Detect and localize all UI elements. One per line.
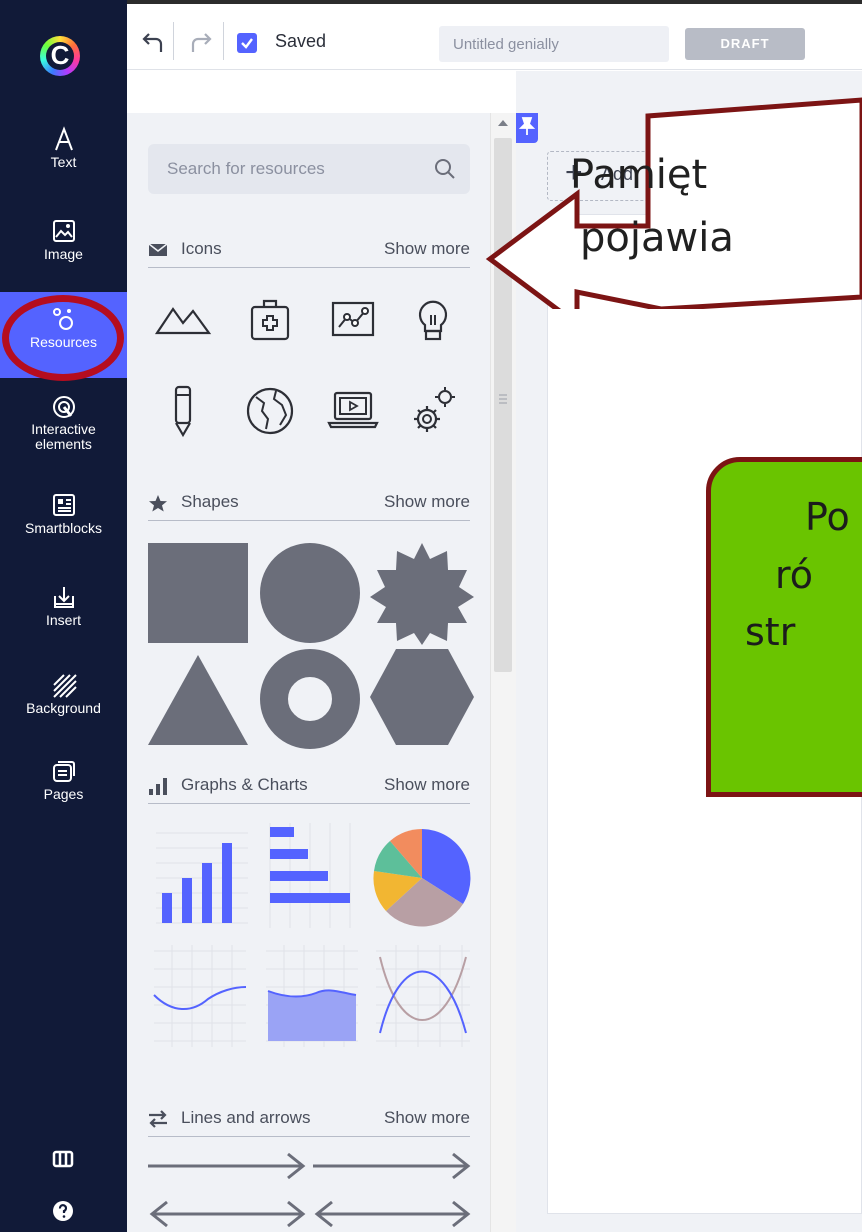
sidebar-item-image[interactable]: Image <box>0 218 127 262</box>
left-sidebar: C Text Image Resources Interactive eleme… <box>0 0 127 1232</box>
toolbar-separator <box>223 22 224 60</box>
resources-panel: Icons Show more Shapes Show more Graphs … <box>127 71 517 1232</box>
line-chart-thumbnail[interactable] <box>148 941 248 1059</box>
green-callout-line1: Po <box>805 495 850 539</box>
resources-highlight-ring <box>2 295 124 381</box>
smartblocks-icon <box>52 494 75 516</box>
ring-shape[interactable] <box>260 649 360 749</box>
panel-top-strip <box>127 71 517 113</box>
gears-icon[interactable] <box>403 381 463 441</box>
hexagon-shape[interactable] <box>370 649 474 745</box>
icons-section-title: Icons <box>181 239 222 258</box>
search-icon[interactable] <box>434 158 456 180</box>
genially-title-input[interactable] <box>439 26 669 62</box>
bar-chart-icon <box>149 778 167 795</box>
lines-section-header: Lines and arrows Show more <box>148 1107 470 1137</box>
sidebar-item-label: Interactive elements <box>31 421 96 452</box>
sidebar-item-label: Image <box>44 246 83 262</box>
icons-section-header: Icons Show more <box>148 238 470 268</box>
pie-chart-thumbnail[interactable] <box>370 823 474 933</box>
background-icon <box>52 674 77 698</box>
shapes-section-title: Shapes <box>181 492 239 511</box>
undo-icon[interactable] <box>141 30 167 54</box>
laptop-video-icon[interactable] <box>323 381 383 441</box>
top-toolbar: Saved DRAFT <box>127 0 862 70</box>
sidebar-item-label: Text <box>50 154 77 170</box>
scroll-grip-icon <box>499 394 507 404</box>
lightbulb-icon[interactable] <box>403 289 463 349</box>
sidebar-item-label: Insert <box>45 612 81 628</box>
draft-status-badge: DRAFT <box>685 28 805 60</box>
graphs-section-header: Graphs & Charts Show more <box>148 774 470 804</box>
starburst-shape[interactable] <box>370 541 474 645</box>
image-icon <box>52 220 75 242</box>
vertical-bar-chart-thumbnail[interactable] <box>148 823 248 933</box>
mountain-icon[interactable] <box>153 289 213 349</box>
arrow-callout <box>485 97 862 309</box>
toolbar-separator <box>173 22 174 60</box>
horizontal-bar-chart-thumbnail[interactable] <box>260 823 360 933</box>
green-callout-line2: ró <box>775 553 814 597</box>
globe-icon[interactable] <box>240 381 300 441</box>
sidebar-item-interactive-elements[interactable]: Interactive elements <box>0 394 127 452</box>
triangle-shape[interactable] <box>148 655 248 745</box>
swap-arrows-icon <box>149 1110 167 1128</box>
graph-frame-icon[interactable] <box>323 289 383 349</box>
search-input[interactable] <box>148 144 418 194</box>
pages-icon <box>52 761 75 782</box>
shapes-section-header: Shapes Show more <box>148 491 470 521</box>
arrow-right-line[interactable] <box>148 1151 308 1181</box>
area-chart-thumbnail[interactable] <box>260 941 360 1059</box>
text-icon <box>54 126 73 151</box>
lines-section-title: Lines and arrows <box>181 1108 311 1127</box>
arrow-callout-line1: Pamięt <box>570 152 708 198</box>
pencil-icon[interactable] <box>153 381 213 441</box>
arrow-both-line[interactable] <box>148 1197 308 1231</box>
arrow-callout-line2: pojawia <box>580 215 734 261</box>
gift-icon[interactable] <box>52 1146 74 1168</box>
arrow-right-long-line[interactable] <box>313 1151 473 1181</box>
arrow-both-long-line[interactable] <box>313 1197 473 1231</box>
graphs-section-title: Graphs & Charts <box>181 775 308 794</box>
crossing-curves-chart-thumbnail[interactable] <box>370 941 474 1059</box>
graphs-show-more-link[interactable]: Show more <box>384 775 470 795</box>
square-shape[interactable] <box>148 543 248 643</box>
lines-show-more-link[interactable]: Show more <box>384 1108 470 1128</box>
sidebar-item-smartblocks[interactable]: Smartblocks <box>0 492 127 536</box>
first-aid-kit-icon[interactable] <box>240 289 300 349</box>
interactive-icon <box>52 396 75 418</box>
sidebar-item-text[interactable]: Text <box>0 126 127 170</box>
saved-check-icon <box>237 33 257 53</box>
star-icon <box>149 495 167 512</box>
envelope-icon <box>148 243 168 256</box>
sidebar-item-pages[interactable]: Pages <box>0 758 127 802</box>
sidebar-item-background[interactable]: Background <box>0 672 127 716</box>
green-callout-line3: str <box>745 610 796 654</box>
sidebar-item-label: Smartblocks <box>24 520 103 536</box>
search-box <box>148 144 470 194</box>
insert-icon <box>53 587 74 608</box>
sidebar-item-label: Pages <box>43 786 84 802</box>
redo-icon[interactable] <box>187 30 213 54</box>
sidebar-item-label: Background <box>26 700 101 716</box>
help-icon[interactable] <box>52 1200 74 1222</box>
icons-show-more-link[interactable]: Show more <box>384 239 470 259</box>
saved-status: Saved <box>275 31 327 51</box>
shapes-show-more-link[interactable]: Show more <box>384 492 470 512</box>
logo-letter: C <box>50 40 70 70</box>
sidebar-item-insert[interactable]: Insert <box>0 584 127 628</box>
circle-shape[interactable] <box>260 543 360 643</box>
